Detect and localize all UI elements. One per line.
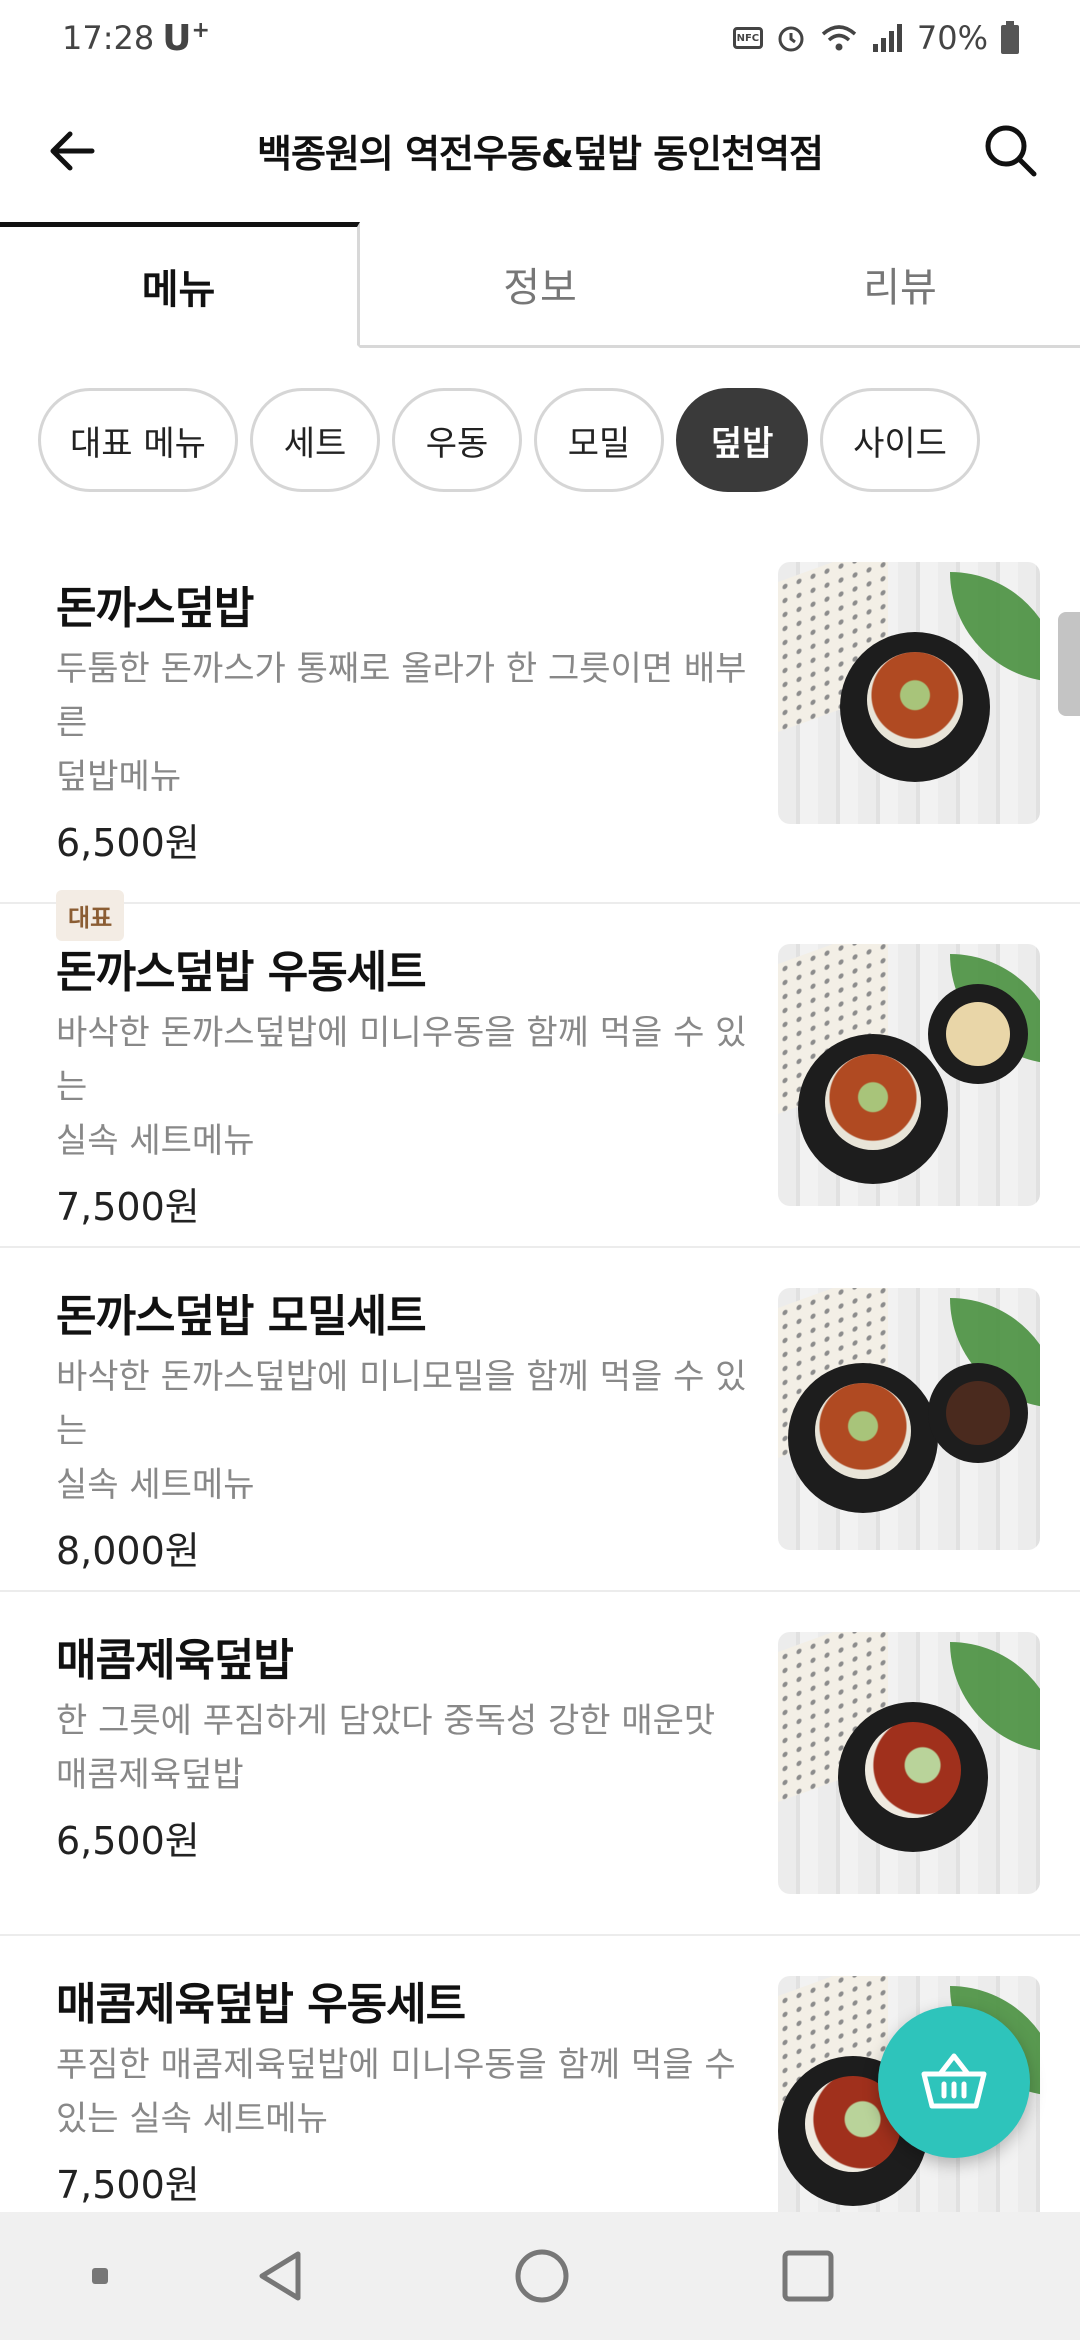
nav-recents-button[interactable] <box>772 2240 844 2312</box>
nav-home-button[interactable] <box>506 2240 578 2312</box>
menu-thumbnail <box>778 562 1040 824</box>
menu-description: 두툼한 돈까스가 통째로 올라가 한 그릇이면 배부른 덮밥메뉴 <box>56 642 766 804</box>
status-bar: 17:28 U+ NFC 70% <box>0 0 1080 76</box>
tab-info[interactable]: 정보 <box>360 222 720 345</box>
search-icon <box>985 125 1037 177</box>
nav-dot-button[interactable] <box>64 2240 136 2312</box>
menu-desc-line: 매콤제육덮밥 <box>56 1755 244 1795</box>
carrier-name: U <box>162 17 192 59</box>
menu-item[interactable]: 매콤제육덮밥 한 그릇에 푸짐하게 담았다 중독성 강한 매운맛 매콤제육덮밥 … <box>0 1592 1080 1936</box>
food-image <box>865 1722 961 1818</box>
app-header: 백종원의 역전우동&덮밥 동인천역점 <box>0 76 1080 224</box>
menu-name: 돈까스덮밥 <box>56 583 254 634</box>
scrollbar-thumb[interactable] <box>1058 612 1080 716</box>
menu-price: 6,500원 <box>56 821 200 865</box>
menu-thumbnail <box>778 1288 1040 1550</box>
menu-price: 7,500원 <box>56 2163 200 2207</box>
menu-desc-line: 덮밥메뉴 <box>56 757 182 797</box>
menu-desc-line: 한 그릇에 푸짐하게 담았다 중독성 강한 매운맛 <box>56 1701 716 1741</box>
food-image <box>867 652 963 748</box>
menu-name: 돈까스덮밥 우동세트 <box>56 947 427 998</box>
food-image <box>815 1383 911 1479</box>
chip-set[interactable]: 세트 <box>250 388 380 492</box>
menu-name: 매콤제육덮밥 우동세트 <box>56 1979 466 2030</box>
menu-info: 매콤제육덮밥 한 그릇에 푸짐하게 담았다 중독성 강한 매운맛 매콤제육덮밥 … <box>56 1632 766 1866</box>
menu-description: 바삭한 돈까스덮밥에 미니모밀을 함께 먹을 수 있는 실속 세트메뉴 <box>56 1350 766 1512</box>
search-button[interactable] <box>978 118 1044 184</box>
chip-momil[interactable]: 모밀 <box>534 388 664 492</box>
nfc-icon: NFC <box>732 27 763 49</box>
chip-side[interactable]: 사이드 <box>820 388 980 492</box>
menu-item[interactable]: 돈까스덮밥 모밀세트 바삭한 돈까스덮밥에 미니모밀을 함께 먹을 수 있는 실… <box>0 1248 1080 1592</box>
battery-icon <box>1001 21 1019 54</box>
menu-desc-line: 바삭한 돈까스덮밥에 미니모밀을 함께 먹을 수 있는 <box>56 1357 747 1451</box>
menu-price: 8,000원 <box>56 1529 200 1573</box>
dot-icon <box>92 2268 108 2284</box>
alarm-icon <box>778 26 804 52</box>
menu-thumbnail <box>778 1632 1040 1894</box>
cart-button[interactable] <box>878 2006 1030 2158</box>
wifi-icon <box>821 25 857 51</box>
chip-signature-menu[interactable]: 대표 메뉴 <box>38 388 238 492</box>
tab-menu[interactable]: 메뉴 <box>0 222 360 348</box>
menu-description: 한 그릇에 푸짐하게 담았다 중독성 강한 매운맛 매콤제육덮밥 <box>56 1694 766 1802</box>
triangle-back-icon <box>259 2251 301 2301</box>
arrow-left-icon <box>50 131 95 171</box>
menu-name: 매콤제육덮밥 <box>56 1635 294 1686</box>
menu-thumbnail <box>778 944 1040 1206</box>
menu-price: 6,500원 <box>56 1819 200 1863</box>
page-title: 백종원의 역전우동&덮밥 동인천역점 <box>257 131 824 176</box>
circle-home-icon <box>515 2249 569 2303</box>
menu-info: 돈까스덮밥 우동세트 바삭한 돈까스덮밥에 미니우동을 함께 먹을 수 있는 실… <box>56 944 766 1232</box>
tab-bar: 메뉴 정보 리뷰 <box>0 222 1080 348</box>
basket-icon <box>921 2053 987 2109</box>
udon-image <box>946 1002 1010 1066</box>
menu-info: 매콤제육덮밥 우동세트 푸짐한 매콤제육덮밥에 미니우동을 함께 먹을 수 있는… <box>56 1976 766 2210</box>
carrier-sup: + <box>191 17 210 43</box>
menu-desc-line: 푸짐한 매콤제육덮밥에 미니우동을 함께 먹을 수 <box>56 2045 736 2085</box>
menu-price: 7,500원 <box>56 1185 200 1229</box>
menu-desc-line: 실속 세트메뉴 <box>56 1465 255 1505</box>
menu-description: 푸짐한 매콤제육덮밥에 미니우동을 함께 먹을 수 있는 실속 세트메뉴 <box>56 2038 766 2146</box>
menu-desc-line: 있는 실속 세트메뉴 <box>56 2099 328 2139</box>
signal-icon <box>872 24 902 52</box>
menu-desc-line: 실속 세트메뉴 <box>56 1121 255 1161</box>
momil-image <box>946 1381 1010 1445</box>
menu-description: 바삭한 돈까스덮밥에 미니우동을 함께 먹을 수 있는 실속 세트메뉴 <box>56 1006 766 1168</box>
menu-item[interactable]: 돈까스덮밥 우동세트 바삭한 돈까스덮밥에 미니우동을 함께 먹을 수 있는 실… <box>0 904 1080 1248</box>
back-button[interactable] <box>40 118 106 184</box>
chip-rice-bowl[interactable]: 덮밥 <box>676 388 808 492</box>
food-image <box>825 1054 921 1150</box>
category-chips: 대표 메뉴 세트 우동 모밀 덮밥 사이드 <box>38 388 980 492</box>
menu-info: 돈까스덮밥 두툼한 돈까스가 통째로 올라가 한 그릇이면 배부른 덮밥메뉴 6… <box>56 580 766 941</box>
status-time: 17:28 <box>62 19 155 57</box>
nav-back-button[interactable] <box>244 2240 316 2312</box>
battery-percent: 70% <box>916 19 988 57</box>
tab-reviews[interactable]: 리뷰 <box>720 222 1080 345</box>
menu-item[interactable]: 돈까스덮밥 두툼한 돈까스가 통째로 올라가 한 그릇이면 배부른 덮밥메뉴 6… <box>0 540 1080 941</box>
status-icons: NFC 70% <box>732 19 1020 57</box>
menu-desc-line: 바삭한 돈까스덮밥에 미니우동을 함께 먹을 수 있는 <box>56 1013 747 1107</box>
menu-desc-line: 두툼한 돈까스가 통째로 올라가 한 그릇이면 배부른 <box>56 649 747 743</box>
system-nav-bar <box>0 2212 1080 2340</box>
square-recents-icon <box>782 2250 834 2302</box>
menu-info: 돈까스덮밥 모밀세트 바삭한 돈까스덮밥에 미니모밀을 함께 먹을 수 있는 실… <box>56 1288 766 1576</box>
menu-name: 돈까스덮밥 모밀세트 <box>56 1291 427 1342</box>
chip-udon[interactable]: 우동 <box>392 388 522 492</box>
carrier-label: U+ <box>162 18 210 59</box>
